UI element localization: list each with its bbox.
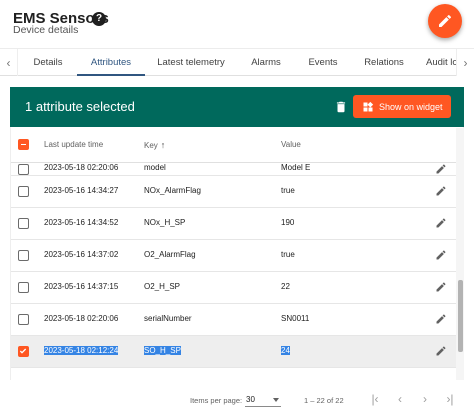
pencil-icon (439, 14, 452, 27)
row-key: serialNumber (144, 314, 192, 323)
edit-icon[interactable] (435, 185, 447, 197)
row-checkbox[interactable] (18, 164, 29, 175)
items-per-page-label: Items per page: (190, 396, 243, 405)
edit-icon[interactable] (435, 281, 447, 293)
tab-events[interactable]: Events (298, 49, 348, 76)
tab-scroll-right-button[interactable]: › (456, 49, 474, 76)
table-row[interactable]: 2023-05-16 14:34:52 NOx_H_SP 190 (11, 208, 463, 240)
row-checkbox[interactable] (18, 218, 29, 229)
delete-icon[interactable] (334, 99, 348, 115)
tab-bar: ‹ Details Attributes Latest telemetry Al… (0, 48, 474, 76)
edit-icon[interactable] (435, 163, 447, 175)
row-key-text: SO_H_SP (144, 346, 181, 355)
table-row[interactable]: 2023-05-16 14:37:15 O2_H_SP 22 (11, 272, 463, 304)
selection-count-text: 1 attribute selected (25, 99, 135, 114)
tab-latest-telemetry[interactable]: Latest telemetry (152, 49, 230, 76)
show-on-widget-button[interactable]: Show on widget (353, 95, 451, 118)
row-time: 2023-05-18 02:20:06 (44, 314, 119, 323)
page-subtitle: Device details (13, 24, 79, 36)
table-body: 2023-05-18 02:20:06 model Model E 2023-0… (11, 163, 463, 368)
last-page-icon[interactable]: ›| (443, 392, 457, 406)
tab-scroll-left-button[interactable]: ‹ (0, 49, 18, 76)
row-key: O2_AlarmFlag (144, 250, 196, 259)
page-size-select[interactable]: 30 (245, 391, 281, 407)
row-value: 190 (281, 218, 295, 227)
attributes-table: Last update time Key ↑ Value 2023-05-18 0… (10, 127, 464, 380)
row-value: SN0011 (281, 314, 310, 323)
active-tab-indicator (77, 74, 145, 76)
page-range-label: 1 – 22 of 22 (304, 396, 344, 405)
row-time: 2023-05-18 02:12:24 (44, 346, 119, 355)
row-checkbox[interactable] (18, 186, 29, 197)
row-key: O2_H_SP (144, 282, 181, 291)
tab-relations[interactable]: Relations (354, 49, 414, 76)
row-key: SO_H_SP (144, 346, 181, 355)
edit-icon[interactable] (435, 345, 447, 357)
page-header: EMS Sensors ? Device details (0, 0, 474, 48)
table-scrollbar-thumb[interactable] (458, 280, 463, 352)
next-page-icon[interactable]: › (418, 392, 432, 406)
table-row[interactable]: 2023-05-18 02:20:06 serialNumber SN0011 (11, 304, 463, 336)
row-key: NOx_AlarmFlag (144, 186, 201, 195)
paginator: Items per page: 30 1 – 22 of 22 |‹ ‹ › ›… (0, 384, 474, 412)
chevron-down-icon (273, 398, 279, 402)
row-value-text: 24 (281, 346, 290, 355)
help-icon[interactable]: ? (92, 12, 106, 26)
row-key: model (144, 163, 166, 172)
row-checkbox[interactable] (18, 282, 29, 293)
row-value: 22 (281, 282, 290, 291)
selection-toolbar: 1 attribute selected Show on widget (10, 87, 464, 127)
row-checkbox[interactable] (18, 250, 29, 261)
row-value: true (281, 186, 295, 195)
check-icon (19, 348, 27, 354)
row-value: true (281, 250, 295, 259)
edit-icon[interactable] (435, 313, 447, 325)
row-time: 2023-05-16 14:37:15 (44, 282, 119, 291)
edit-button[interactable] (428, 4, 462, 38)
row-time-text: 2023-05-18 02:12:24 (44, 346, 119, 355)
row-checkbox[interactable] (18, 314, 29, 325)
table-row-selected[interactable]: 2023-05-18 02:12:24 SO_H_SP 24 (11, 336, 463, 368)
tab-attributes[interactable]: Attributes (77, 49, 145, 76)
widgets-icon (363, 101, 374, 111)
show-on-widget-label: Show on widget (379, 101, 443, 112)
row-key: NOx_H_SP (144, 218, 186, 227)
row-value: Model E (281, 163, 311, 172)
sort-ascending-icon: ↑ (160, 140, 166, 150)
edit-icon[interactable] (435, 217, 447, 229)
row-value: 24 (281, 346, 290, 355)
table-row[interactable]: 2023-05-16 14:34:27 NOx_AlarmFlag true (11, 176, 463, 208)
row-time: 2023-05-16 14:37:02 (44, 250, 119, 259)
edit-icon[interactable] (435, 249, 447, 261)
previous-page-icon[interactable]: ‹ (393, 392, 407, 406)
column-header-time[interactable]: Last update time (44, 140, 103, 149)
table-row[interactable]: 2023-05-16 14:37:02 O2_AlarmFlag true (11, 240, 463, 272)
row-time: 2023-05-16 14:34:27 (44, 186, 119, 195)
select-all-checkbox[interactable] (18, 139, 29, 150)
column-header-key[interactable]: Key ↑ (144, 140, 165, 150)
tab-alarms[interactable]: Alarms (238, 49, 294, 76)
column-header-value[interactable]: Value (281, 140, 301, 149)
table-header: Last update time Key ↑ Value (11, 127, 463, 163)
column-header-key-label: Key (144, 141, 158, 150)
row-time: 2023-05-16 14:34:52 (44, 218, 119, 227)
row-time: 2023-05-18 02:20:06 (44, 163, 119, 172)
tab-details[interactable]: Details (24, 49, 72, 76)
first-page-icon[interactable]: |‹ (368, 392, 382, 406)
page-size-value: 30 (246, 395, 255, 404)
table-row[interactable]: 2023-05-18 02:20:06 model Model E (11, 163, 463, 176)
row-checkbox-checked[interactable] (18, 346, 29, 357)
